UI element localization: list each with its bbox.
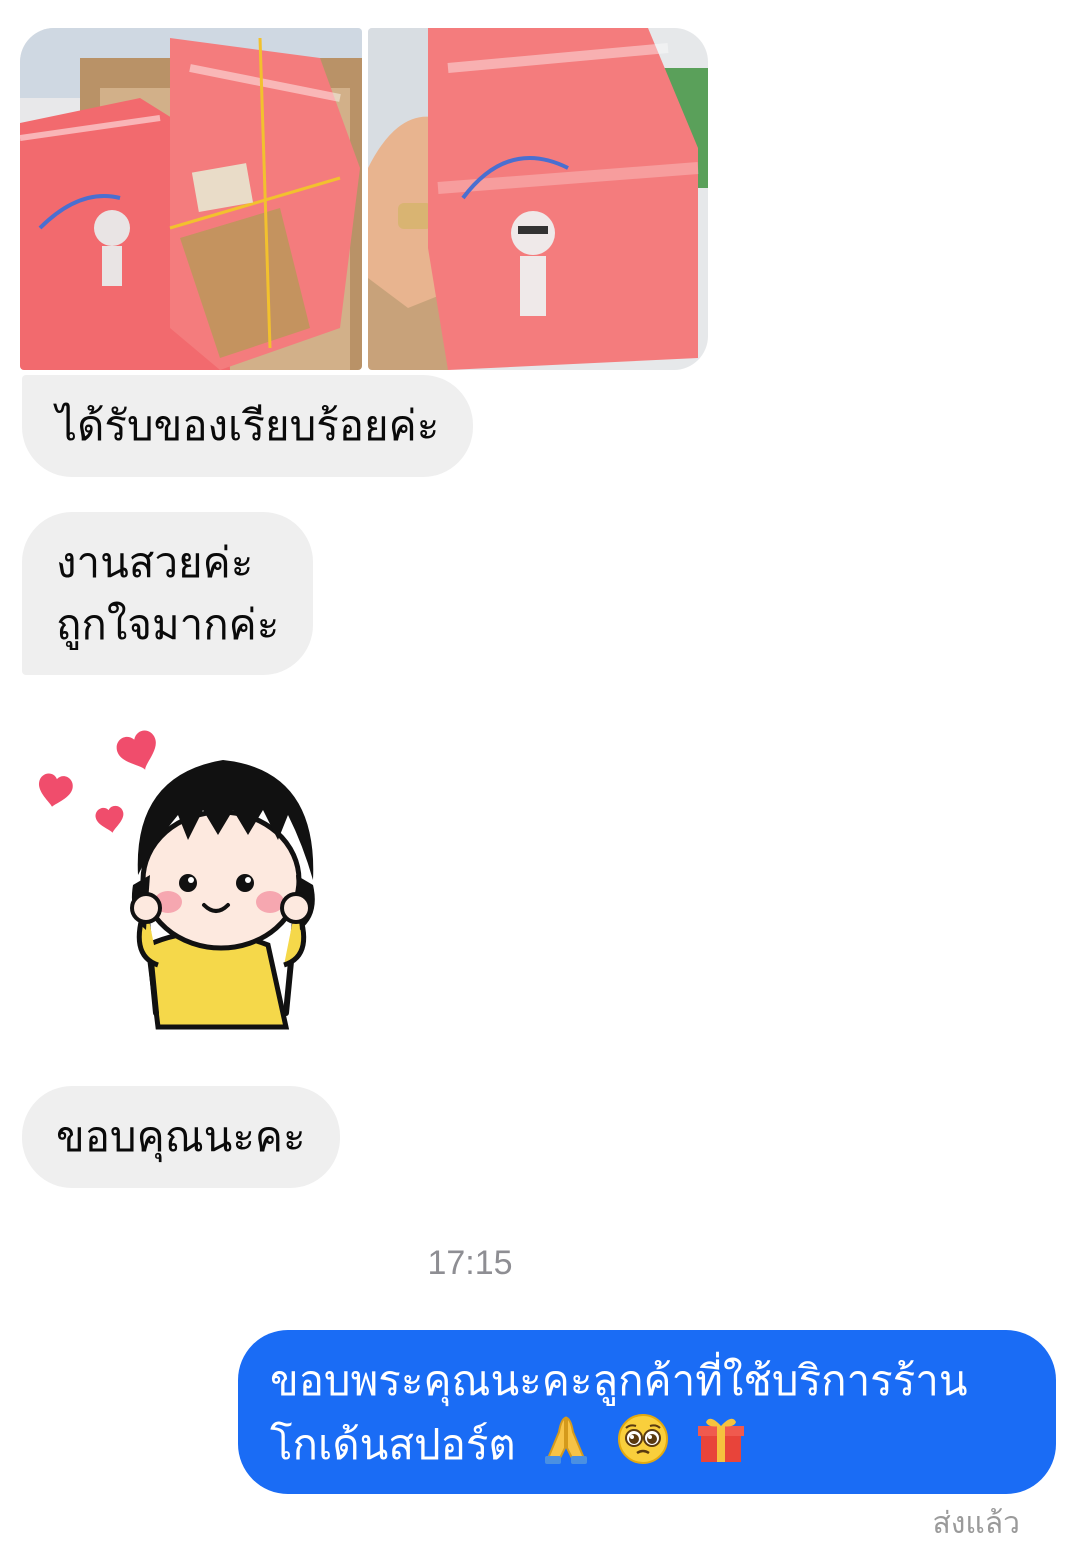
message-text-line-1: ขอบพระคุณนะคะลูกค้าที่ใช้บริการร้าน [270, 1356, 968, 1405]
outgoing-message[interactable]: ขอบพระคุณนะคะลูกค้าที่ใช้บริการร้าน โกเด… [238, 1330, 1056, 1494]
gift-icon [694, 1412, 748, 1483]
message-text: ขอบคุณนะคะ [56, 1112, 306, 1161]
message-text: ได้รับของเรียบร้อยค่ะ [56, 401, 440, 450]
pleading-face-icon [616, 1412, 670, 1483]
message-text-line-2: ถูกใจมากค่ะ [56, 600, 280, 649]
praying-hands-icon [539, 1412, 593, 1483]
incoming-message-2[interactable]: งานสวยค่ะ ถูกใจมากค่ะ [22, 512, 314, 675]
message-timestamp: 17:15 [427, 1244, 513, 1282]
incoming-message-1[interactable]: ได้รับของเรียบร้อยค่ะ [22, 375, 474, 477]
sticker-image [39, 730, 315, 1030]
shirts-in-box-image [20, 28, 362, 370]
message-text-line-2: โกเด้นสปอร์ต [270, 1412, 1026, 1483]
photo-attachment-2[interactable] [368, 28, 708, 370]
girl-hearts-sticker[interactable] [28, 715, 358, 1045]
incoming-message-3[interactable]: ขอบคุณนะคะ [22, 1086, 340, 1188]
shirt-in-hand-image [368, 28, 708, 370]
message-text-line-2-text: โกเด้นสปอร์ต [270, 1420, 516, 1469]
message-text-line-1: งานสวยค่ะ [56, 538, 254, 587]
delivery-status: ส่งแล้ว [932, 1506, 1020, 1541]
photo-attachment-1[interactable] [20, 28, 362, 370]
